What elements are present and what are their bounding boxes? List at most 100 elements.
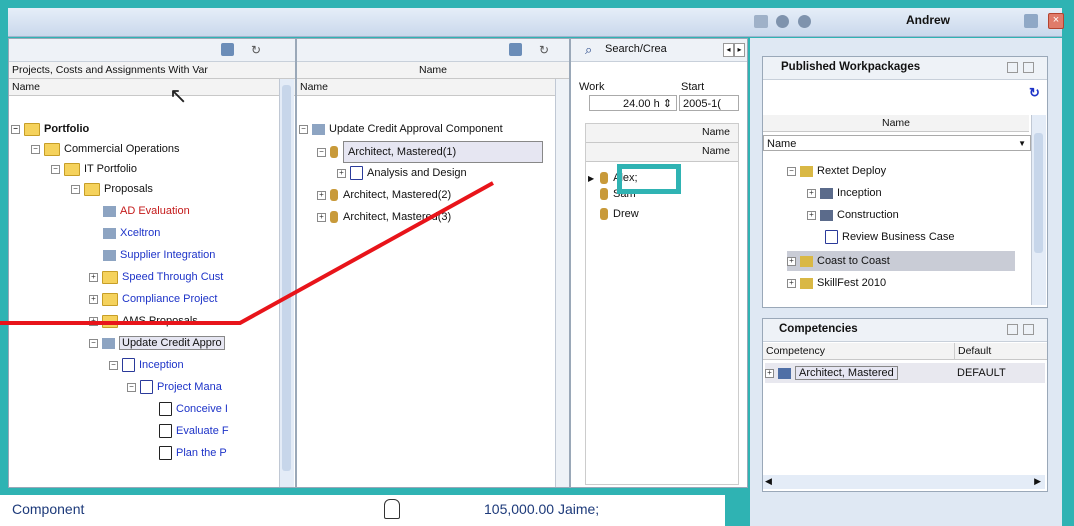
wp-review-business-case[interactable]: Review Business Case (825, 227, 955, 247)
expand-icon[interactable]: + (317, 190, 326, 200)
expand-icon[interactable]: + (787, 278, 796, 288)
expand-icon[interactable]: + (765, 368, 774, 378)
published-workpackages-panel: Published Workpackages ↻ Name Name ▼ − Rex… (762, 56, 1048, 308)
expand-icon[interactable]: + (807, 188, 816, 198)
start-input[interactable]: 2005-1( (679, 95, 739, 111)
tree-evaluate[interactable]: Evaluate F (159, 421, 229, 441)
collapse-icon[interactable]: − (89, 338, 98, 348)
maximize-icon[interactable] (1023, 324, 1034, 335)
competency-icon (778, 367, 791, 379)
folder-icon (102, 314, 118, 328)
collapse-icon[interactable]: − (31, 144, 40, 154)
tree-analysis-design[interactable]: + Analysis and Design (337, 163, 467, 183)
tree-commercial-operations[interactable]: − Commercial Operations (31, 139, 180, 159)
tree-ams-proposals[interactable]: + AMS Proposals (89, 311, 198, 331)
folder-icon (44, 142, 60, 156)
collapse-icon[interactable]: − (51, 164, 60, 174)
assignment-tree-pane: ↻ Name Name − Update Credit Approval Comp… (296, 38, 570, 488)
person-drew[interactable]: Drew (600, 204, 639, 224)
forward-icon[interactable] (798, 15, 811, 28)
tab-prev-icon[interactable]: ◂ (723, 43, 734, 57)
project-tools-icon (102, 337, 115, 349)
column-header: Name (297, 62, 569, 79)
left-scrollbar[interactable] (279, 79, 294, 487)
middle-scrollbar[interactable] (555, 79, 569, 487)
deploy-icon (800, 277, 813, 289)
wp-rextet-deploy[interactable]: − Rextet Deploy (787, 161, 886, 181)
tree-plan[interactable]: Plan the P (159, 443, 227, 463)
back-icon[interactable] (776, 15, 789, 28)
tree-update-credit-component[interactable]: − Update Credit Approval Component (299, 119, 503, 139)
tree-speed-through[interactable]: + Speed Through Cust (89, 267, 223, 287)
workpackage-icon (825, 230, 838, 245)
refresh-icon[interactable]: ↻ (1029, 85, 1040, 101)
search-icon[interactable]: ⌕ (585, 42, 592, 58)
scroll-left-icon[interactable]: ◀ (765, 476, 772, 487)
tree-proposals[interactable]: − Proposals (71, 179, 153, 199)
work-input[interactable]: 24.00 h ⇕ (589, 95, 677, 111)
tree-inception[interactable]: − Inception (109, 355, 184, 375)
person-icon (600, 172, 609, 185)
tree-portfolio[interactable]: − Portfolio (11, 119, 89, 139)
refresh-icon[interactable]: ↻ (539, 43, 549, 57)
collapse-icon[interactable]: − (317, 147, 326, 157)
name-filter-select[interactable]: Name ▼ (763, 135, 1031, 151)
tree-architect-1[interactable]: − Architect, Mastered(1) (317, 141, 543, 163)
wp-coast-to-coast[interactable]: + Coast to Coast (787, 251, 1015, 271)
expand-icon[interactable]: + (89, 272, 98, 282)
minimize-icon[interactable] (1007, 324, 1018, 335)
tree-ad-evaluation[interactable]: AD Evaluation (103, 201, 190, 221)
wp-inception[interactable]: + Inception (807, 183, 882, 203)
published-scrollbar[interactable] (1031, 115, 1046, 305)
h-scrollbar[interactable]: ◀ ▶ (763, 475, 1045, 489)
maximize-icon[interactable] (1023, 62, 1034, 73)
collapse-icon[interactable]: − (109, 360, 118, 370)
scroll-right-icon[interactable]: ▶ (1034, 476, 1041, 487)
tree-architect-3[interactable]: + Architect, Mastered(3) (317, 207, 451, 227)
wp-skillfest[interactable]: + SkillFest 2010 (787, 273, 886, 293)
tree-it-portfolio[interactable]: − IT Portfolio (51, 159, 137, 179)
project-tools-icon (312, 123, 325, 135)
expand-icon[interactable]: + (89, 294, 98, 304)
project-tools-icon (103, 249, 116, 261)
collapse-icon[interactable]: − (127, 382, 136, 392)
scroll-thumb[interactable] (282, 85, 291, 471)
refresh-icon[interactable]: ↻ (251, 43, 261, 57)
tree-compliance[interactable]: + Compliance Project (89, 289, 217, 309)
expand-icon[interactable]: + (787, 256, 796, 266)
column-header-name: Name (9, 79, 295, 96)
settings-icon[interactable] (1024, 14, 1038, 28)
wp-construction[interactable]: + Construction (807, 205, 899, 225)
expand-icon[interactable]: + (337, 168, 346, 178)
tab-next-icon[interactable]: ▸ (734, 43, 745, 57)
status-bar: Component 105,000.00 Jaime; (0, 490, 730, 526)
minimize-icon[interactable] (1007, 62, 1018, 73)
expand-icon[interactable]: + (807, 210, 816, 220)
collapse-icon[interactable]: − (11, 124, 20, 134)
collapse-icon[interactable]: − (71, 184, 80, 194)
tree-project-mana[interactable]: − Project Mana (127, 377, 222, 397)
tools-icon[interactable] (509, 43, 522, 56)
home-icon[interactable] (754, 15, 768, 28)
collapse-icon[interactable]: − (787, 166, 796, 176)
competency-default: DEFAULT (957, 367, 1006, 379)
expand-icon[interactable]: + (317, 212, 326, 222)
tree-architect-2[interactable]: + Architect, Mastered(2) (317, 185, 451, 205)
competency-row[interactable]: + Architect, Mastered DEFAULT (765, 363, 1045, 383)
amount-value: 105,000.00 Jaime; (484, 501, 600, 517)
search-tab[interactable]: Search/Crea (605, 43, 667, 55)
folder-icon (84, 182, 100, 196)
deploy-icon (800, 255, 813, 267)
collapse-icon[interactable]: − (299, 124, 308, 134)
scroll-thumb[interactable] (1034, 133, 1043, 253)
published-column: Name (763, 115, 1029, 132)
expand-icon[interactable]: + (89, 316, 98, 326)
tree-update-credit[interactable]: − Update Credit Appro (89, 333, 225, 353)
tree-xceltron[interactable]: Xceltron (103, 223, 160, 243)
tree-conceive[interactable]: Conceive I (159, 399, 228, 419)
deploy-icon (800, 165, 813, 177)
close-icon[interactable]: × (1048, 13, 1064, 29)
tree-supplier-integration[interactable]: Supplier Integration (103, 245, 215, 265)
bell-icon (384, 499, 400, 519)
tools-icon[interactable] (221, 43, 234, 56)
